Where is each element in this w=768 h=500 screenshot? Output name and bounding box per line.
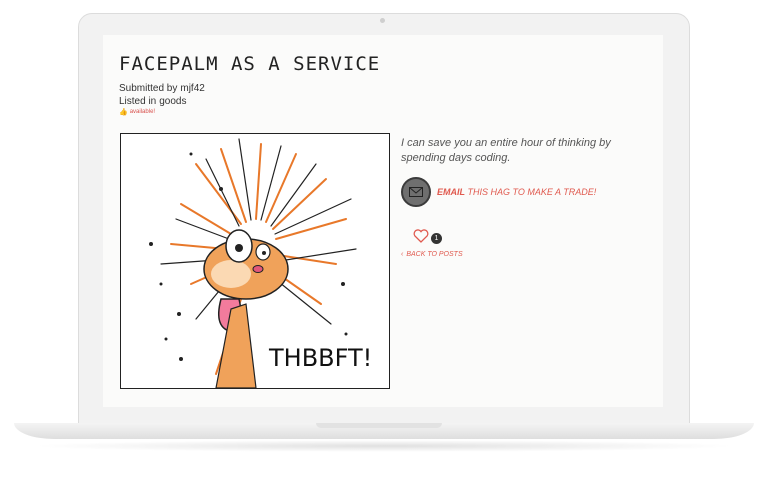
availability-status: 👍 available!	[119, 108, 155, 116]
chevron-left-icon: ‹	[401, 251, 404, 258]
back-to-posts-link[interactable]: ‹ BACK TO POSTS	[401, 251, 463, 258]
author-link[interactable]: mjf42	[180, 82, 204, 95]
post-description: I can save you an entire hour of thinkin…	[401, 137, 611, 164]
heart-icon[interactable]	[413, 228, 429, 243]
post-meta: Submitted by mjf42 Listed in goods	[119, 82, 205, 108]
email-suffix[interactable]: THIS HAG TO MAKE A TRADE!	[468, 187, 597, 197]
envelope-icon[interactable]	[401, 177, 431, 207]
email-label[interactable]: EMAIL	[437, 187, 465, 197]
back-label[interactable]: BACK TO POSTS	[406, 251, 462, 258]
image-caption: THBBFT!	[268, 344, 372, 372]
category-link[interactable]: goods	[159, 95, 186, 108]
cat-muzzle	[211, 260, 251, 288]
like-control[interactable]: 1	[413, 227, 442, 244]
submitted-prefix: Submitted by	[119, 83, 178, 94]
email-contact[interactable]: EMAIL THIS HAG TO MAKE A TRADE!	[401, 177, 596, 207]
submitted-line: Submitted by mjf42	[119, 82, 205, 95]
webcam	[380, 18, 385, 23]
thumbs-up-icon: 👍	[119, 109, 128, 116]
post-title: Facepalm as a Service	[119, 53, 381, 75]
post-image: THBBFT!	[120, 133, 390, 389]
email-link[interactable]: EMAIL THIS HAG TO MAKE A TRADE!	[437, 187, 596, 197]
like-count-badge: 1	[431, 233, 442, 244]
laptop-notch	[316, 423, 442, 428]
laptop-shadow	[30, 440, 738, 452]
listed-prefix: Listed in	[119, 96, 157, 107]
availability-label: available!	[129, 109, 156, 115]
screen: Facepalm as a Service Submitted by mjf42…	[103, 35, 663, 407]
cat-illustration: THBBFT!	[149, 138, 372, 388]
cat-nose	[252, 265, 264, 273]
listed-line: Listed in goods	[119, 95, 205, 108]
